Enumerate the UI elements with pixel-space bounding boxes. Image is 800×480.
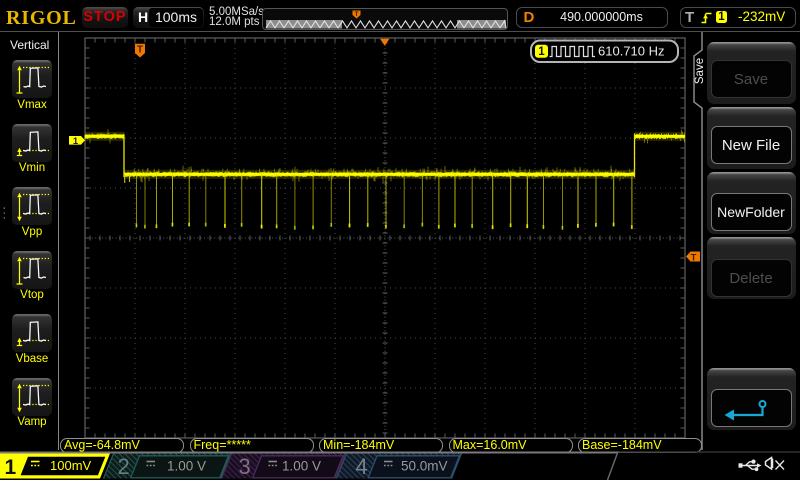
svg-text:1.00 V: 1.00 V [167, 459, 206, 474]
svg-text:4: 4 [356, 454, 368, 479]
svg-text:1.00 V: 1.00 V [282, 459, 321, 474]
svg-text:3: 3 [239, 454, 251, 479]
svg-text:2: 2 [118, 454, 130, 479]
svg-text:100mV: 100mV [50, 458, 92, 473]
svg-text:50.0mV: 50.0mV [401, 459, 448, 474]
svg-text:1: 1 [5, 456, 17, 479]
